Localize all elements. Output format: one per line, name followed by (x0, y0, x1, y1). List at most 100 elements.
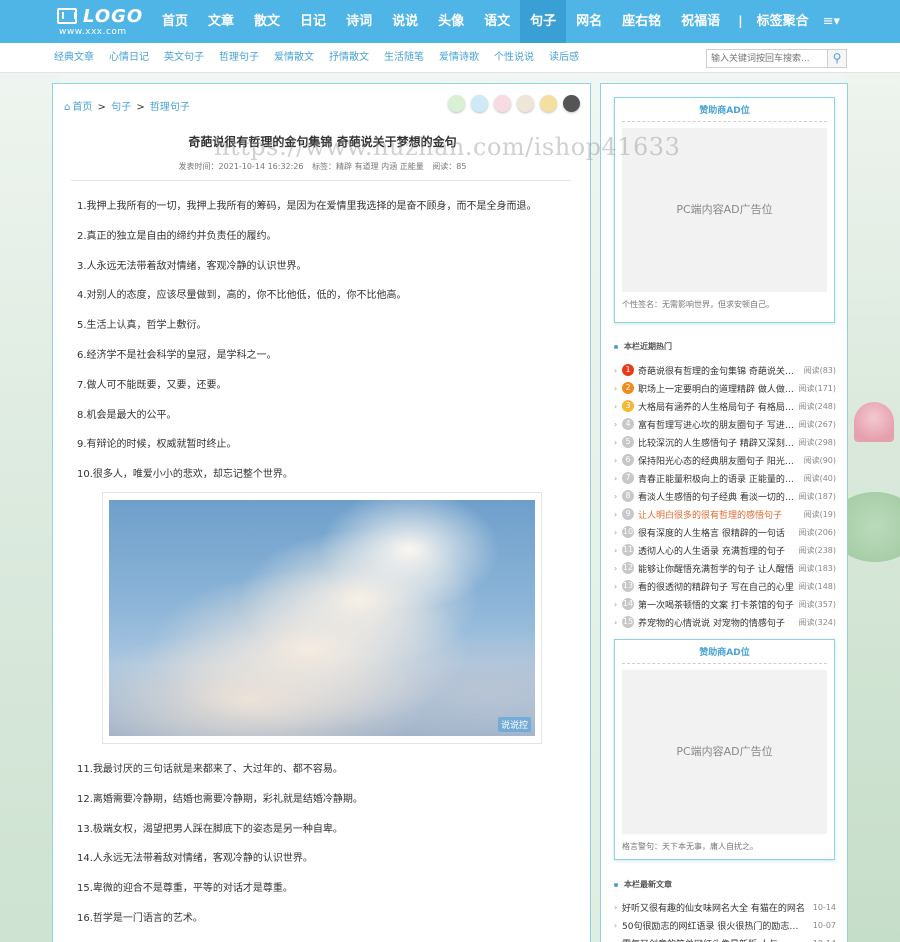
ad-box-top[interactable]: 赞助商AD位 PC端内容AD广告位 个性签名：无需影响世界，但求安顿自己。 (614, 97, 835, 323)
breadcrumb-home[interactable]: 首页 (72, 102, 92, 113)
hot-item-title[interactable]: 看的很透彻的精辟句子 写在自己的心里 (638, 580, 794, 593)
subnav-item[interactable]: 爱情散文 (274, 43, 314, 73)
chevron-right-icon: › (614, 473, 618, 483)
nav-item[interactable]: 首页 (152, 0, 198, 43)
hot-list-item[interactable]: › 7 青春正能量积极向上的语录 正能量的句子 阅读(40) (614, 469, 836, 487)
hot-item-title[interactable]: 第一次喝茶顿悟的文案 打卡茶馆的句子 (638, 598, 794, 611)
hot-list-item[interactable]: › 5 比较深沉的人生感悟句子 精辟又深刻的短句阅读(298) (614, 433, 836, 451)
hot-item-title[interactable]: 很有深度的人生格言 很精辟的一句话 (638, 526, 794, 539)
hot-section-title: 本栏近期热门 (614, 341, 672, 352)
breadcrumb-level2[interactable]: 哲理句子 (150, 102, 190, 113)
theme-color-button[interactable] (540, 95, 557, 112)
hot-list-item[interactable]: › 12 能够让你醒悟充满哲学的句子 让人醒悟 阅读(183) (614, 559, 836, 577)
hot-list-item[interactable]: › 8 看淡人生感悟的句子经典 看淡一切的句子 阅读(187) (614, 487, 836, 505)
subnav-item[interactable]: 心情日记 (109, 43, 149, 73)
hot-item-title[interactable]: 养宠物的心情说说 对宠物的情感句子 (638, 616, 794, 629)
theme-color-button[interactable] (563, 95, 580, 112)
article-paragraph: 15.卑微的迎合不是尊重，平等的对话才是尊重。 (77, 883, 293, 895)
subnav-item[interactable]: 抒情散文 (329, 43, 369, 73)
hot-list: › 1 奇葩说很有哲理的金句集锦 奇葩说关于梦想的金句阅读(83) › 2 职场上一定要明… (614, 361, 836, 631)
theme-color-button[interactable] (471, 95, 488, 112)
hot-item-title[interactable]: 青春正能量积极向上的语录 正能量的句子 (638, 472, 794, 485)
logo-subtitle: www.xxx.com (59, 27, 127, 37)
hot-list-item[interactable]: › 1 奇葩说很有哲理的金句集锦 奇葩说关于梦想的金句阅读(83) (614, 361, 836, 379)
new-item-title[interactable]: 好听又很有趣的仙女味网名大全 有猫在的网名 (622, 901, 806, 914)
subnav-item[interactable]: 读后感 (549, 43, 579, 73)
hot-list-item[interactable]: › 15 养宠物的心情说说 对宠物的情感句子 阅读(324) (614, 613, 836, 631)
hot-item-title[interactable]: 让人明白很多的很有哲理的感悟句子 (638, 508, 794, 521)
new-list-item[interactable]: › 50句很励志的网红语录 很火很热门的励志句子 10-07 (614, 916, 836, 934)
hot-list-item[interactable]: › 6 保持阳光心态的经典朋友圈句子 阳光的句子阅读(90) (614, 451, 836, 469)
ad-box-bottom[interactable]: 赞助商AD位 PC端内容AD广告位 格言警句：天下本无事，庸人自扰之。 (614, 639, 835, 860)
site-logo[interactable]: LOGO www.xxx.com (57, 6, 142, 37)
hot-list-item[interactable]: › 10 很有深度的人生格言 很精辟的一句话 阅读(206) (614, 523, 836, 541)
nav-item-tags[interactable]: 标签聚合 (747, 0, 819, 43)
menu-icon[interactable]: ≡▾ (823, 14, 840, 29)
theme-color-button[interactable] (448, 95, 465, 112)
hot-list-item[interactable]: › 14 第一次喝茶顿悟的文案 打卡茶馆的句子 阅读(357) (614, 595, 836, 613)
hot-list-item[interactable]: › 13 看的很透彻的精辟句子 写在自己的心里 阅读(148) (614, 577, 836, 595)
search-input[interactable] (706, 49, 828, 68)
new-item-title[interactable]: 50句很励志的网红语录 很火很热门的励志句子 (622, 919, 806, 932)
hot-item-title[interactable]: 比较深沉的人生感悟句子 精辟又深刻的短句 (638, 436, 794, 449)
theme-color-button[interactable] (494, 95, 511, 112)
hot-item-title[interactable]: 看淡人生感悟的句子经典 看淡一切的句子 (638, 490, 794, 503)
hot-list-item[interactable]: › 2 职场上一定要明白的道理精辟 做人做事的道理阅读(171) (614, 379, 836, 397)
hot-item-title[interactable]: 保持阳光心态的经典朋友圈句子 阳光的句子 (638, 454, 794, 467)
nav-item[interactable]: 文章 (198, 0, 244, 43)
breadcrumb-separator: > (136, 102, 145, 113)
nav-item[interactable]: 句子 (520, 0, 567, 43)
subnav-item[interactable]: 个性说说 (494, 43, 534, 73)
hot-list-item[interactable]: › 4 富有哲理写进心坎的朋友圈句子 写进心坎 阅读(267) (614, 415, 836, 433)
hot-item-title[interactable]: 能够让你醒悟充满哲学的句子 让人醒悟 (638, 562, 794, 575)
logo-text: LOGO (83, 6, 144, 27)
nav-item[interactable]: 诗词 (336, 0, 382, 43)
chevron-right-icon: › (614, 545, 618, 555)
ad-divider (622, 121, 827, 122)
rank-badge: 13 (622, 580, 634, 592)
subnav-item[interactable]: 哲理句子 (219, 43, 259, 73)
hot-item-reads: 阅读(248) (798, 401, 836, 411)
theme-switcher (442, 95, 580, 112)
hot-list-item[interactable]: › 11 透彻人心的人生语录 充满哲理的句子 阅读(238) (614, 541, 836, 559)
nav-item[interactable]: 座右铭 (612, 0, 671, 43)
background-left (0, 72, 60, 942)
nav-item[interactable]: 日记 (290, 0, 336, 43)
new-list: › 好听又很有趣的仙女味网名大全 有猫在的网名 10-14 › 50句很励志的网红语录 … (614, 898, 836, 942)
nav-item[interactable]: 语文 (474, 0, 520, 43)
rank-badge: 1 (622, 364, 634, 376)
rank-badge: 10 (622, 526, 634, 538)
nav-item[interactable]: 说说 (382, 0, 428, 43)
new-item-date: 10-14 (806, 939, 836, 942)
subnav-item[interactable]: 爱情诗歌 (439, 43, 479, 73)
hot-list-item[interactable]: › 9 让人明白很多的很有哲理的感悟句子 阅读(19) (614, 505, 836, 523)
hot-item-title[interactable]: 奇葩说很有哲理的金句集锦 奇葩说关于梦想的金句 (638, 364, 794, 377)
hot-item-title[interactable]: 富有哲理写进心坎的朋友圈句子 写进心坎 (638, 418, 794, 431)
breadcrumb-level1[interactable]: 句子 (111, 102, 131, 113)
new-list-item[interactable]: › 好听又很有趣的仙女味网名大全 有猫在的网名 10-14 (614, 898, 836, 916)
hot-list-item[interactable]: › 3 大格局有涵养的人生格局句子 有格局的句子阅读(248) (614, 397, 836, 415)
search-button[interactable]: ⚲ (828, 49, 847, 68)
nav-separator: | (738, 14, 743, 28)
subnav-item[interactable]: 英文句子 (164, 43, 204, 73)
nav-item[interactable]: 网名 (566, 0, 612, 43)
cloud-photo: 说说控 (109, 500, 535, 736)
article-paragraph: 1.我押上我所有的一切，我押上我所有的筹码，是因为在爱情里我选择的是奋不顾身，而… (77, 201, 537, 212)
chevron-right-icon: › (614, 920, 618, 930)
article-paragraph: 16.哲学是一门语言的艺术。 (77, 913, 203, 924)
chevron-right-icon: › (614, 509, 618, 519)
nav-item[interactable]: 散文 (244, 0, 290, 43)
hot-item-title[interactable]: 职场上一定要明白的道理精辟 做人做事的道理 (638, 382, 794, 395)
hot-item-title[interactable]: 透彻人心的人生语录 充满哲理的句子 (638, 544, 794, 557)
subnav-item[interactable]: 经典文章 (54, 43, 94, 73)
subnav-item[interactable]: 生活随笔 (384, 43, 424, 73)
ad-divider (622, 663, 827, 664)
theme-color-button[interactable] (517, 95, 534, 112)
hot-item-title[interactable]: 大格局有涵养的人生格局句子 有格局的句子 (638, 400, 794, 413)
new-list-item[interactable]: ›霸气又创意的简单网红头像最新版 人与...10-14 (614, 934, 836, 942)
ad-placeholder[interactable]: PC端内容AD广告位 (622, 670, 827, 834)
chevron-right-icon: › (614, 437, 618, 447)
nav-item[interactable]: 祝福语 (671, 0, 730, 43)
new-item-title[interactable]: 霸气又创意的简单网红头像最新版 人与... (622, 937, 806, 942)
nav-item[interactable]: 头像 (428, 0, 474, 43)
